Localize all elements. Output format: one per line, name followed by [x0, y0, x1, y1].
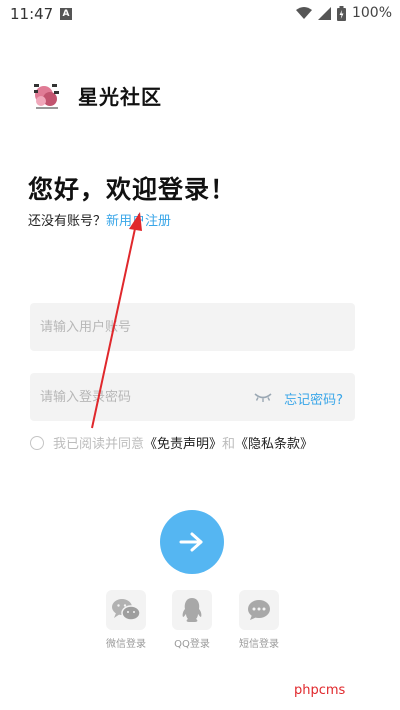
sms-label: 短信登录 — [239, 639, 279, 650]
agreement-row: 我已阅读并同意 《免责声明》和《隐私条款》 — [30, 433, 313, 452]
brand-header: 星光社区 — [30, 78, 162, 112]
battery-level: 100% — [351, 5, 392, 21]
app-logo — [30, 78, 64, 112]
privacy-link[interactable]: 《隐私条款》 — [235, 433, 313, 452]
arrow-right-icon — [179, 532, 203, 552]
signal-icon — [317, 6, 331, 20]
no-account-text: 还没有账号？ — [28, 214, 107, 229]
qq-login[interactable]: QQ登录 — [164, 590, 220, 650]
qq-label: QQ登录 — [174, 639, 210, 650]
password-field: 忘记密码? — [30, 373, 355, 421]
qq-icon[interactable] — [172, 590, 212, 630]
wechat-icon[interactable] — [106, 590, 146, 630]
app-name: 星光社区 — [78, 84, 162, 109]
sms-login[interactable]: 短信登录 — [231, 590, 287, 650]
login-submit-button[interactable] — [160, 510, 224, 574]
register-link[interactable]: 新用户注册 — [106, 214, 171, 229]
eye-closed-icon[interactable] — [253, 390, 273, 404]
disclaimer-link[interactable]: 《免责声明》 — [144, 433, 222, 452]
wechat-label: 微信登录 — [106, 639, 146, 650]
notification-icon: A — [60, 8, 72, 20]
sms-icon[interactable] — [239, 590, 279, 630]
battery-icon — [336, 5, 346, 21]
agree-text: 我已阅读并同意 — [53, 437, 145, 452]
welcome-title: 您好，欢迎登录！ — [28, 175, 237, 204]
account-input[interactable] — [30, 303, 355, 351]
register-row: 还没有账号？新用户注册 — [28, 210, 171, 229]
agree-radio[interactable] — [30, 435, 44, 450]
status-bar: 11:47 A 100% — [0, 0, 400, 30]
wifi-icon — [295, 6, 312, 19]
forgot-password-link[interactable]: 忘记密码? — [284, 389, 343, 408]
agree-and-text: 和 — [222, 437, 236, 452]
status-time: 11:47 — [10, 5, 54, 23]
wechat-login[interactable]: 微信登录 — [98, 590, 154, 650]
watermark: phpcms — [294, 683, 346, 698]
account-field — [30, 303, 355, 351]
status-indicators: 100% — [295, 5, 392, 21]
